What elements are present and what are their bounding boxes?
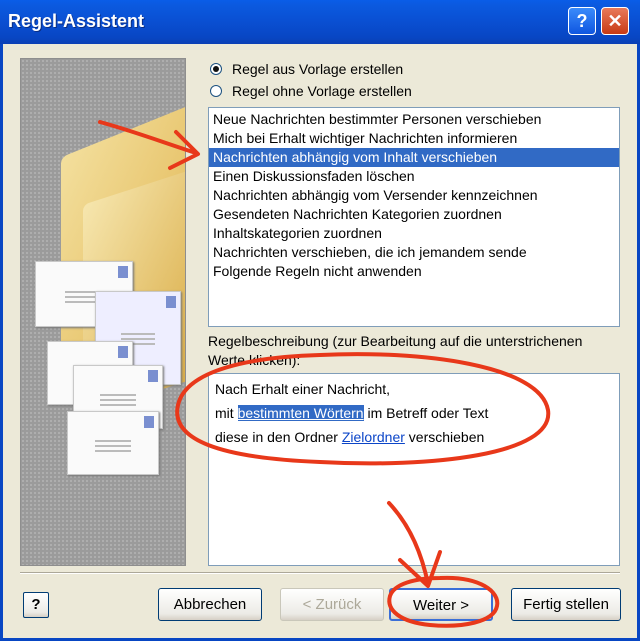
- cancel-button[interactable]: Abbrechen: [158, 588, 262, 621]
- envelope-illustration: [67, 411, 159, 475]
- template-list-item[interactable]: Nachrichten abhängig vom Versender kennz…: [209, 186, 619, 205]
- template-list-item[interactable]: Nachrichten verschieben, die ich jemande…: [209, 243, 619, 262]
- description-text: mit: [215, 405, 238, 421]
- wizard-illustration: [20, 58, 186, 566]
- description-text: im Betreff oder Text: [363, 405, 489, 421]
- template-list-item[interactable]: Nachrichten abhängig vom Inhalt verschie…: [209, 148, 619, 167]
- radio-button-checked[interactable]: [210, 63, 222, 75]
- template-listbox[interactable]: Neue Nachrichten bestimmter Personen ver…: [208, 107, 620, 327]
- finish-button[interactable]: Fertig stellen: [511, 588, 621, 621]
- template-list-item[interactable]: Gesendeten Nachrichten Kategorien zuordn…: [209, 205, 619, 224]
- button-separator: [20, 572, 620, 574]
- back-button[interactable]: < Zurück: [280, 588, 384, 621]
- title-bar[interactable]: Regel-Assistent ? ✕: [0, 0, 640, 44]
- description-line-2: mit bestimmten Wörtern im Betreff oder T…: [215, 401, 613, 425]
- next-button[interactable]: Weiter >: [389, 588, 493, 621]
- description-text: verschieben: [404, 429, 485, 445]
- description-text: diese in den Ordner: [215, 429, 342, 445]
- template-list-item[interactable]: Einen Diskussionsfaden löschen: [209, 167, 619, 186]
- template-list-item[interactable]: Inhaltskategorien zuordnen: [209, 224, 619, 243]
- template-list-item[interactable]: Folgende Regeln nicht anwenden: [209, 262, 619, 281]
- template-list-item[interactable]: Neue Nachrichten bestimmter Personen ver…: [209, 110, 619, 129]
- description-label: Regelbeschreibung (zur Bearbeitung auf d…: [208, 333, 583, 368]
- template-list-item[interactable]: Mich bei Erhalt wichtiger Nachrichten in…: [209, 129, 619, 148]
- specific-words-link[interactable]: bestimmten Wörtern: [237, 405, 364, 421]
- description-line-1: Nach Erhalt einer Nachricht,: [215, 381, 391, 397]
- radio-from-template[interactable]: Regel aus Vorlage erstellen: [210, 59, 403, 79]
- rule-description-box: Nach Erhalt einer Nachricht, mit bestimm…: [208, 373, 620, 566]
- radio-blank-rule[interactable]: Regel ohne Vorlage erstellen: [210, 81, 412, 101]
- radio-blank-rule-label: Regel ohne Vorlage erstellen: [232, 83, 412, 99]
- description-line-3: diese in den Ordner Zielordner verschieb…: [215, 425, 613, 449]
- titlebar-help-button[interactable]: ?: [568, 7, 596, 35]
- target-folder-link[interactable]: Zielordner: [342, 429, 405, 445]
- titlebar-close-button[interactable]: ✕: [601, 7, 629, 35]
- radio-button-unchecked[interactable]: [210, 85, 222, 97]
- radio-from-template-label: Regel aus Vorlage erstellen: [232, 61, 404, 77]
- window-title: Regel-Assistent: [8, 11, 145, 31]
- help-button[interactable]: ?: [23, 592, 49, 618]
